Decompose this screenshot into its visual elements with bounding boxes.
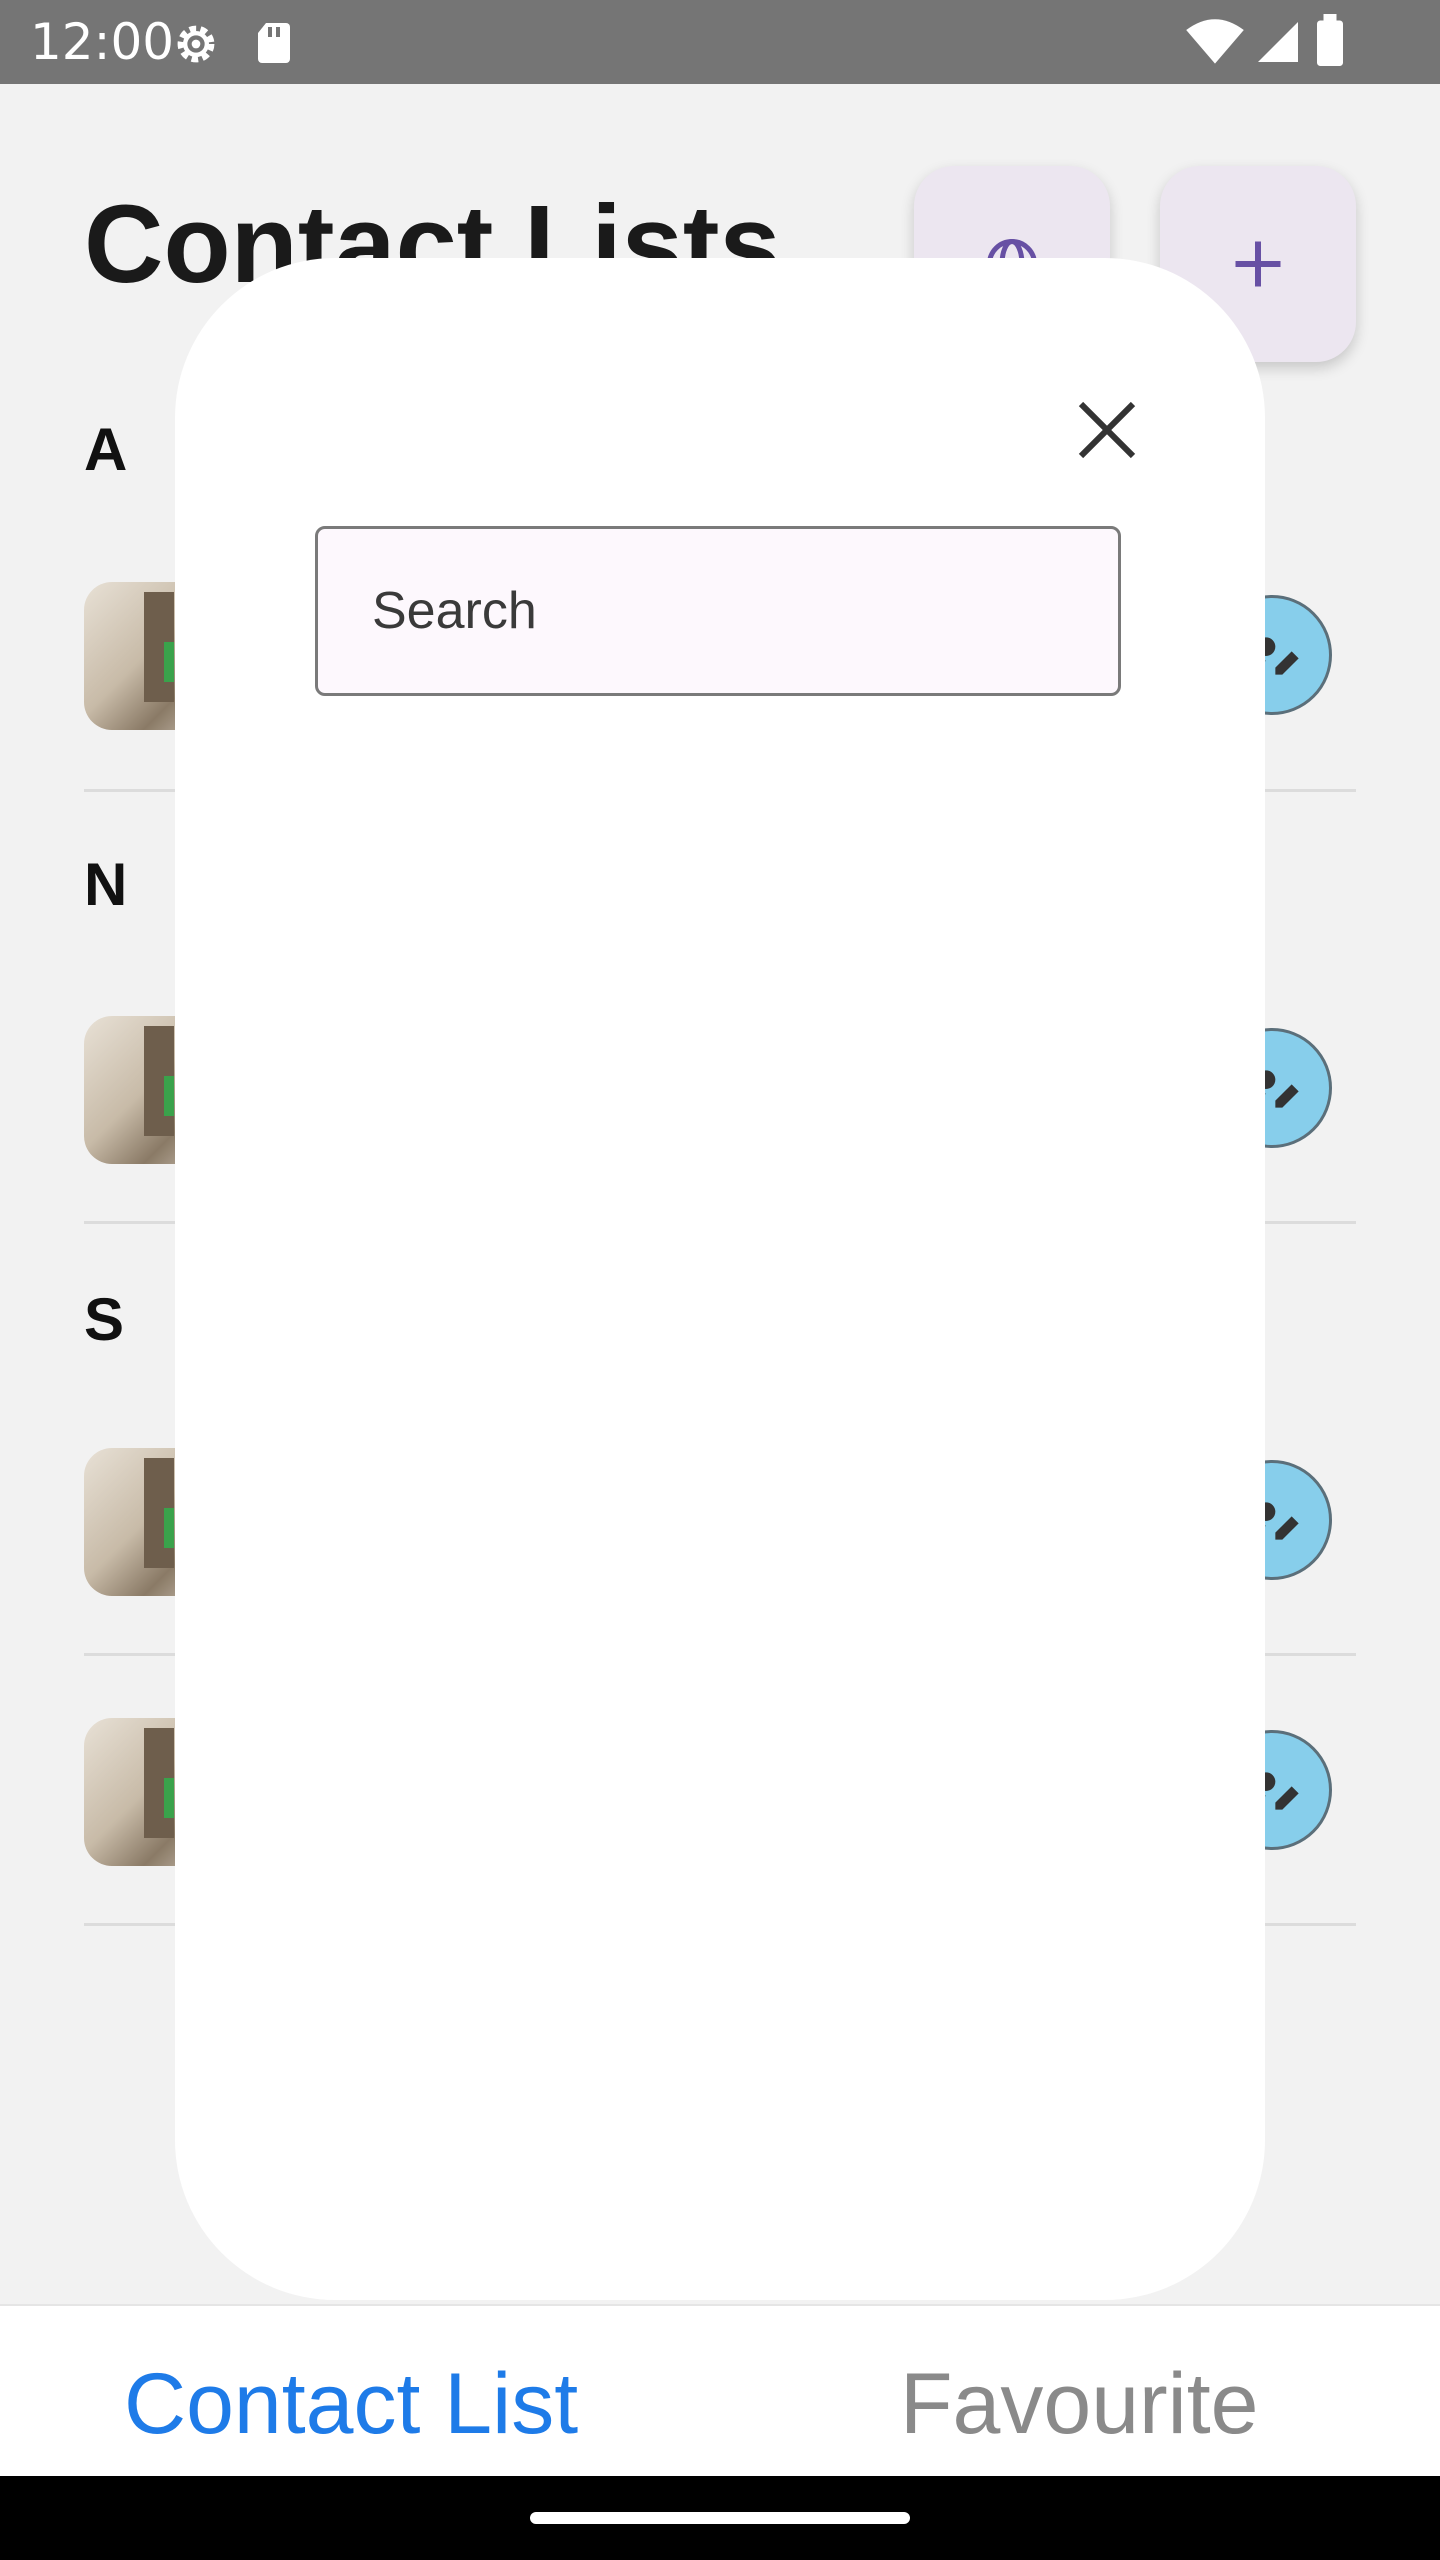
sd-card-icon [258,23,290,63]
section-letter-s: S [84,1286,125,1353]
status-time: 12:00 [30,13,175,71]
plus-icon [1235,241,1281,287]
search-input[interactable] [315,526,1121,696]
tab-favourite[interactable]: Favourite [900,2354,1259,2454]
close-button[interactable] [1055,378,1159,482]
system-navigation-bar [0,2476,1440,2560]
gear-icon [177,25,215,63]
section-letter-n: N [84,851,128,918]
close-icon [1078,401,1136,459]
search-dialog [175,258,1265,2300]
section-letter-a: A [84,416,128,483]
tab-contact-list[interactable]: Contact List [124,2354,578,2454]
home-handle[interactable] [530,2512,910,2524]
signal-icon [1258,22,1298,62]
status-bar: 12:00 [0,0,1440,84]
wifi-icon [1186,19,1244,64]
battery-icon [1317,14,1343,66]
bottom-tab-bar: Contact List Favourite [0,2304,1440,2478]
